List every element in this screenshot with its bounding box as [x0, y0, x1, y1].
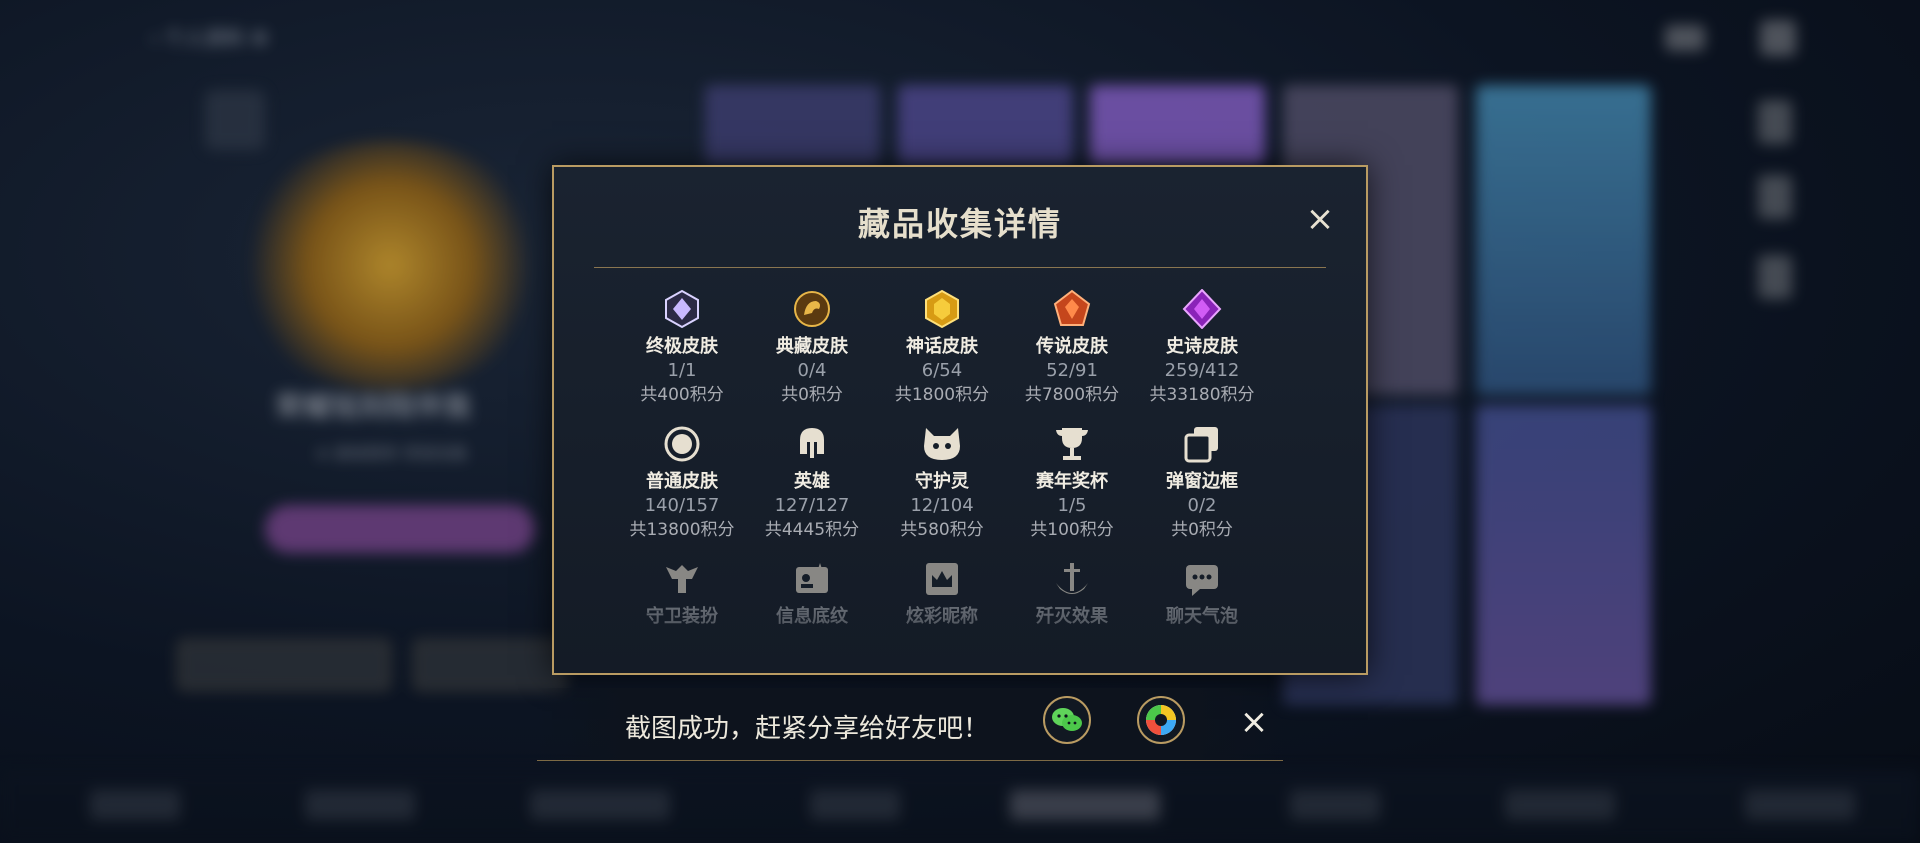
item-points: 共0积分	[781, 385, 843, 405]
close-icon[interactable]: ×	[1234, 702, 1274, 742]
item-points: 共580积分	[900, 520, 984, 540]
item-name: 赛年奖杯	[1036, 471, 1108, 492]
collection-details-dialog: 藏品收集详情 × 终极皮肤 1/1 共400积分 典藏皮肤 0/4 共0积分 神…	[552, 165, 1368, 675]
item-count: 259/412	[1164, 360, 1240, 381]
colorful-nickname-icon	[920, 557, 964, 601]
item-points: 共4445积分	[764, 520, 860, 540]
item-count: 127/127	[774, 495, 850, 516]
item-name: 守卫装扮	[646, 606, 718, 627]
item-count: 1/1	[667, 360, 697, 381]
hero-helmet-icon	[790, 422, 834, 466]
item-name: 英雄	[794, 471, 830, 492]
item-count: 1/5	[1057, 495, 1087, 516]
item-points: 共100积分	[1030, 520, 1114, 540]
background-top-bar	[0, 0, 1920, 80]
collection-item-legend[interactable]: 传说皮肤 52/91 共7800积分	[1002, 287, 1142, 407]
moments-share-button[interactable]	[1137, 696, 1185, 744]
item-count: 52/91	[1046, 360, 1098, 381]
item-name: 聊天气泡	[1166, 606, 1238, 627]
collection-item-mythic[interactable]: 神话皮肤 6/54 共1800积分	[872, 287, 1012, 407]
share-toast: 截图成功，赶紧分享给好友吧！ ×	[537, 688, 1283, 761]
item-name: 炫彩昵称	[906, 606, 978, 627]
item-name: 终极皮肤	[646, 336, 718, 357]
legend-skin-icon	[1050, 287, 1094, 331]
item-points: 共13800积分	[629, 520, 735, 540]
epic-skin-icon	[1180, 287, 1224, 331]
item-name: 史诗皮肤	[1166, 336, 1238, 357]
item-points: 共1800积分	[894, 385, 990, 405]
collection-item-info-pattern[interactable]: 信息底纹	[742, 557, 882, 629]
item-count: 0/2	[1187, 495, 1217, 516]
collection-item-guard-outfit[interactable]: 守卫装扮	[612, 557, 752, 629]
item-points: 共7800积分	[1024, 385, 1120, 405]
item-count: 0/4	[797, 360, 827, 381]
item-points: 共400积分	[640, 385, 724, 405]
collection-item-colorful-nickname[interactable]: 炫彩昵称	[872, 557, 1012, 629]
item-name: 神话皮肤	[906, 336, 978, 357]
background-bottom-nav	[0, 770, 1920, 843]
mythic-skin-icon	[920, 287, 964, 331]
wechat-share-button[interactable]	[1043, 696, 1091, 744]
item-count: 12/104	[910, 495, 974, 516]
collection-item-guardian[interactable]: 守护灵 12/104 共580积分	[872, 422, 1012, 542]
item-name: 信息底纹	[776, 606, 848, 627]
collection-item-trophy[interactable]: 赛年奖杯 1/5 共100积分	[1002, 422, 1142, 542]
chat-bubble-icon	[1180, 557, 1224, 601]
item-name: 弹窗边框	[1166, 471, 1238, 492]
annihilation-effect-icon	[1050, 557, 1094, 601]
legendary-collection-icon	[790, 287, 834, 331]
collection-item-popup-frame[interactable]: 弹窗边框 0/2 共0积分	[1132, 422, 1272, 542]
collection-item-normal[interactable]: 普通皮肤 140/157 共13800积分	[612, 422, 752, 542]
item-name: 典藏皮肤	[776, 336, 848, 357]
item-points: 共33180积分	[1149, 385, 1255, 405]
trophy-icon	[1050, 422, 1094, 466]
collection-item-hero[interactable]: 英雄 127/127 共4445积分	[742, 422, 882, 542]
item-count: 140/157	[644, 495, 720, 516]
info-pattern-icon	[790, 557, 834, 601]
item-name: 歼灭效果	[1036, 606, 1108, 627]
close-icon[interactable]: ×	[1302, 201, 1338, 237]
item-name: 守护灵	[915, 471, 969, 492]
ultimate-skin-icon	[660, 287, 704, 331]
popup-frame-icon	[1180, 422, 1224, 466]
item-name: 普通皮肤	[646, 471, 718, 492]
share-message: 截图成功，赶紧分享给好友吧！	[625, 714, 990, 744]
collection-item-chat-bubble[interactable]: 聊天气泡	[1132, 557, 1272, 629]
collection-item-epic[interactable]: 史诗皮肤 259/412 共33180积分	[1132, 287, 1272, 407]
dialog-title: 藏品收集详情	[857, 205, 1062, 243]
collection-item-ultimate[interactable]: 终极皮肤 1/1 共400积分	[612, 287, 752, 407]
normal-skin-icon	[660, 422, 704, 466]
wechat-icon	[1052, 708, 1082, 731]
title-divider	[594, 267, 1326, 268]
item-name: 传说皮肤	[1036, 336, 1108, 357]
guardian-spirit-icon	[920, 422, 964, 466]
collection-item-collection[interactable]: 典藏皮肤 0/4 共0积分	[742, 287, 882, 407]
moments-icon	[1146, 705, 1176, 735]
item-count: 6/54	[921, 360, 963, 381]
guard-outfit-icon	[660, 557, 704, 601]
collection-item-annihilation-effect[interactable]: 歼灭效果	[1002, 557, 1142, 629]
item-points: 共0积分	[1171, 520, 1233, 540]
